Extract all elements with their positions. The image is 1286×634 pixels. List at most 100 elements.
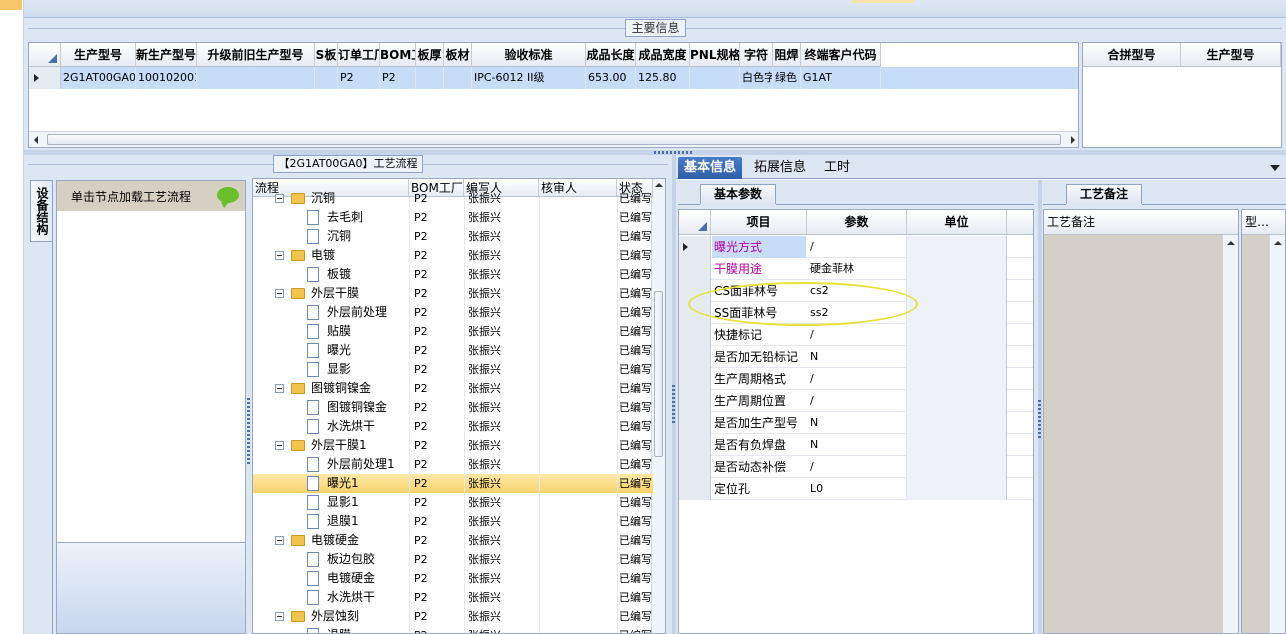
tree-node-label[interactable]: 电镀: [311, 246, 401, 265]
table-cell[interactable]: [690, 67, 740, 89]
tree-row[interactable]: 外层蚀刻 P2 张振兴 已编写: [253, 607, 653, 626]
table-cell[interactable]: P2: [380, 67, 416, 89]
scroll-up-icon[interactable]: [1227, 241, 1235, 245]
tree-row[interactable]: 沉铜 P2 张振兴 已编写: [253, 189, 653, 208]
tree-node-label[interactable]: 外层干膜: [311, 284, 401, 303]
remarks-grid[interactable]: 工艺备注: [1043, 209, 1239, 634]
tree-row[interactable]: 外层干膜1 P2 张振兴 已编写: [253, 436, 653, 455]
param-unit[interactable]: [908, 280, 1006, 302]
column-header[interactable]: 字符: [740, 43, 773, 67]
param-unit[interactable]: [908, 258, 1006, 280]
vertical-scrollbar[interactable]: [1269, 235, 1285, 633]
tree-row[interactable]: 图镀铜镍金 P2 张振兴 已编写: [253, 398, 653, 417]
scroll-thumb[interactable]: [47, 134, 1061, 145]
column-header[interactable]: PNL规格: [690, 43, 740, 67]
panel-grip[interactable]: [247, 398, 250, 464]
tree-row[interactable]: 电镀硬金 P2 张振兴 已编写: [253, 569, 653, 588]
column-header[interactable]: 升级前旧生产型号: [197, 43, 315, 67]
table-cell[interactable]: 125.80: [636, 67, 690, 89]
param-row[interactable]: 定位孔 L0: [679, 478, 1033, 500]
table-cell[interactable]: 绿色: [773, 67, 801, 89]
tree-node-label[interactable]: 曝光: [327, 341, 417, 360]
param-value[interactable]: N: [808, 434, 906, 456]
collapse-icon[interactable]: [275, 612, 284, 621]
column-header[interactable]: 板材: [444, 43, 472, 67]
tree-row[interactable]: 退膜1 P2 张振兴 已编写: [253, 512, 653, 531]
column-header[interactable]: 板厚: [416, 43, 444, 67]
param-column-header[interactable]: 项目: [711, 210, 807, 235]
collapse-icon[interactable]: [275, 536, 284, 545]
tree-node-label[interactable]: 显影: [327, 360, 417, 379]
param-unit[interactable]: [908, 324, 1006, 346]
column-header[interactable]: 终端客户代码: [801, 43, 881, 67]
param-column-header[interactable]: 单位: [907, 210, 1007, 235]
tree-row[interactable]: 贴膜 P2 张振兴 已编写: [253, 322, 653, 341]
scroll-left-icon[interactable]: [34, 136, 38, 144]
table-cell[interactable]: IPC-6012 II级: [472, 67, 586, 89]
vertical-tab-equipment[interactable]: 设备结构: [30, 180, 52, 242]
collapse-icon[interactable]: [275, 251, 284, 260]
tree-row[interactable]: 退膜P2 张振兴 已编写: [253, 626, 653, 633]
tree-node-label[interactable]: 沉铜: [327, 227, 417, 246]
column-header[interactable]: 生产型号: [1181, 43, 1281, 67]
tree-row[interactable]: 板边包胶 P2 张振兴 已编写: [253, 550, 653, 569]
tree-node-label[interactable]: 显影1: [327, 493, 417, 512]
tree-row[interactable]: 外层前处理 P2 张振兴 已编写: [253, 303, 653, 322]
column-header[interactable]: 成品宽度: [636, 43, 690, 67]
splitter-grip[interactable]: [654, 151, 694, 154]
subtab-remarks[interactable]: 工艺备注: [1066, 184, 1142, 204]
main-info-grid[interactable]: 生产型号2G1AT00GA0新生产型号10010200126932升级前旧生产型…: [28, 42, 1079, 148]
tree-row[interactable]: 外层干膜 P2 张振兴 已编写: [253, 284, 653, 303]
tree-row[interactable]: 图镀铜镍金 P2 张振兴 已编写: [253, 379, 653, 398]
splitter-grip[interactable]: [672, 385, 675, 425]
tree-row[interactable]: 去毛刺 P2 张振兴 已编写: [253, 208, 653, 227]
param-unit[interactable]: [908, 346, 1006, 368]
tree-node-label[interactable]: 水洗烘干: [327, 417, 417, 436]
param-value[interactable]: /: [808, 324, 906, 346]
param-row[interactable]: 干膜用途 硬金菲林: [679, 258, 1033, 280]
tree-row[interactable]: 沉铜 P2 张振兴 已编写: [253, 227, 653, 246]
tree-node-label[interactable]: 贴膜: [327, 322, 417, 341]
column-header[interactable]: S板: [315, 43, 338, 67]
flow-tree[interactable]: 流程 BOM工厂 编写人 核审人 状态 沉铜 P2 张振兴 已编写 去毛刺 P2 张振兴 已编写 沉铜 P2…: [252, 178, 666, 634]
column-header[interactable]: 生产型号: [61, 43, 136, 67]
tree-row[interactable]: 曝光1 P2 张振兴 已编写: [253, 474, 653, 493]
splitter-grip[interactable]: [1038, 400, 1041, 440]
scroll-up-icon[interactable]: [655, 183, 663, 187]
tree-row[interactable]: 水洗烘干 P2 张振兴 已编写: [253, 588, 653, 607]
param-value[interactable]: N: [808, 412, 906, 434]
horizontal-scrollbar[interactable]: [29, 131, 1078, 147]
collapse-icon[interactable]: [275, 194, 284, 203]
tree-node-label[interactable]: 图镀铜镍金: [327, 398, 417, 417]
column-header[interactable]: 订单工厂: [338, 43, 380, 67]
type-col-header[interactable]: 型…: [1242, 210, 1285, 235]
param-row[interactable]: 生产周期位置 /: [679, 390, 1033, 412]
tree-node-label[interactable]: 曝光1: [327, 474, 417, 493]
tree-node-label[interactable]: 外层前处理1: [327, 455, 417, 474]
tab-0[interactable]: 基本信息: [678, 157, 743, 179]
table-cell[interactable]: G1AT: [801, 67, 881, 89]
param-value[interactable]: N: [808, 346, 906, 368]
node-panel-header[interactable]: 单击节点加载工艺流程: [57, 181, 245, 211]
tree-node-label[interactable]: 电镀硬金: [311, 531, 401, 550]
param-unit[interactable]: [908, 390, 1006, 412]
column-header[interactable]: 新生产型号: [136, 43, 197, 67]
chevron-down-icon[interactable]: [1270, 165, 1280, 171]
param-row[interactable]: 是否动态补偿 /: [679, 456, 1033, 478]
tree-node-label[interactable]: 板镀: [327, 265, 417, 284]
scroll-up-icon[interactable]: [1274, 241, 1282, 245]
param-column-header[interactable]: 参数: [807, 210, 907, 235]
tab-1[interactable]: 拓展信息: [748, 157, 812, 179]
tree-row[interactable]: 电镀硬金 P2 张振兴 已编写: [253, 531, 653, 550]
tree-node-label[interactable]: 退膜1: [327, 512, 417, 531]
table-cell[interactable]: [444, 67, 472, 89]
column-header[interactable]: 验收标准: [472, 43, 586, 67]
table-cell[interactable]: 2G1AT00GA0: [61, 67, 136, 89]
tree-node-label[interactable]: 沉铜: [311, 189, 401, 208]
tree-node-label[interactable]: 退膜: [327, 626, 417, 633]
param-value[interactable]: /: [808, 236, 906, 258]
tree-node-label[interactable]: 电镀硬金: [327, 569, 417, 588]
param-value[interactable]: 硬金菲林: [808, 258, 906, 280]
param-unit[interactable]: [908, 478, 1006, 500]
collapse-icon[interactable]: [275, 384, 284, 393]
